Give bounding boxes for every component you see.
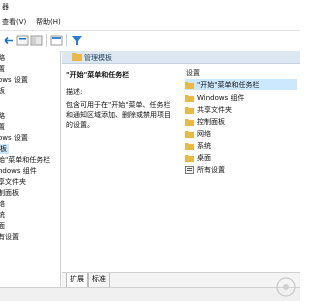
tab-standard[interactable]: 标准: [88, 273, 110, 288]
list-item-label: 网络: [197, 129, 211, 138]
tree-item[interactable]: 略: [0, 53, 5, 63]
pane-header-title: 管理模板: [84, 54, 112, 62]
list-item-label: 所有设置: [197, 165, 225, 174]
forward-arrow-icon[interactable]: [16, 34, 30, 47]
description-label: 描述:: [66, 88, 83, 96]
tree-item-selected[interactable]: 板: [0, 144, 9, 154]
tree-item[interactable]: 始"菜单和任务栏: [0, 155, 50, 165]
tree-item[interactable]: 享文件夹: [0, 177, 26, 187]
tree-item[interactable]: 置: [0, 64, 5, 74]
filter-icon[interactable]: [70, 34, 84, 47]
toolbar: [0, 31, 300, 52]
list-item-label: 共享文件夹: [197, 105, 232, 114]
folder-up-icon[interactable]: [30, 34, 44, 47]
list-item[interactable]: 所有设置: [185, 164, 297, 175]
navigation-tree: 略 置 ows 设置 板 略 置 ows 设置 板 始"菜单和任务栏 ndows…: [0, 51, 61, 287]
window-title: 器: [2, 3, 9, 11]
detail-heading: "开始"菜单和任务栏: [66, 71, 130, 79]
list-item-label: "开始"菜单和任务栏: [197, 80, 260, 89]
list-item[interactable]: 共享文件夹: [185, 104, 297, 115]
list-item[interactable]: "开始"菜单和任务栏: [185, 79, 297, 90]
menu-view[interactable]: 查看(V): [2, 17, 26, 27]
tree-item[interactable]: ndows 组件: [0, 166, 37, 176]
folder-icon: [185, 106, 194, 114]
status-bar: [0, 277, 300, 301]
pane-header: 管理模板: [62, 51, 300, 64]
list-item[interactable]: 控制面板: [185, 116, 297, 127]
list-item-label: 桌面: [197, 153, 211, 162]
help-icon[interactable]: [50, 34, 64, 47]
folder-icon: [72, 53, 82, 61]
folder-icon: [185, 142, 194, 150]
title-bar: 器: [0, 0, 300, 14]
folder-icon: [185, 94, 194, 102]
menu-bar: 查看(V) 帮助(H): [0, 14, 300, 31]
description-panel: "开始"菜单和任务栏 描述: 包含可用于在"开始"菜单、任务栏和通知区域添加、删…: [66, 70, 176, 130]
tree-item[interactable]: ows 设置: [0, 75, 28, 85]
tree-item[interactable]: ows 设置: [0, 133, 28, 143]
folder-icon: [185, 154, 194, 162]
list-item-label: 控制面板: [197, 117, 225, 126]
list-item-label: 系统: [197, 141, 211, 150]
list-item[interactable]: 网络: [185, 128, 297, 139]
menu-help[interactable]: 帮助(H): [36, 17, 61, 27]
back-arrow-icon[interactable]: [2, 34, 16, 47]
list-item-label: Windows 组件: [197, 93, 245, 102]
folder-icon: [185, 118, 194, 126]
tree-item[interactable]: 板: [0, 86, 5, 96]
description-text: 包含可用于在"开始"菜单、任务栏和通知区域添加、删除或禁用项目的设置。: [66, 101, 171, 129]
tree-item[interactable]: 略: [0, 111, 5, 121]
tree-item[interactable]: 络: [0, 199, 5, 209]
tree-item[interactable]: 统: [0, 210, 5, 220]
folder-icon: [185, 130, 194, 138]
watermark-logo-icon: [276, 277, 296, 297]
tree-item[interactable]: 有设置: [0, 232, 19, 242]
list-item[interactable]: 系统: [185, 140, 297, 151]
view-tabs: 扩展 标准: [62, 272, 300, 288]
tree-item[interactable]: 制面板: [0, 188, 19, 198]
tree-item[interactable]: 面: [0, 221, 5, 231]
settings-icon: [185, 165, 194, 174]
list-item[interactable]: Windows 组件: [185, 92, 297, 103]
tree-item[interactable]: 置: [0, 122, 5, 132]
folder-icon: [185, 81, 194, 89]
list-item[interactable]: 桌面: [185, 152, 297, 163]
tab-extended[interactable]: 扩展: [66, 273, 88, 288]
list-column-header[interactable]: 设置: [186, 68, 200, 78]
